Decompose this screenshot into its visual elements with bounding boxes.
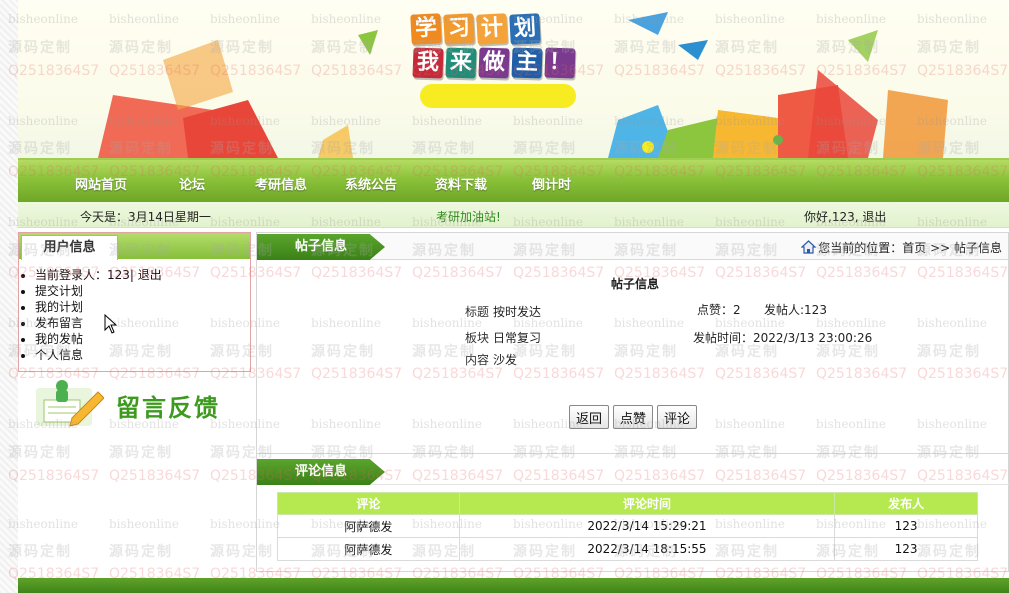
comment-time: 2022/3/14 15:29:21 bbox=[458, 514, 836, 538]
site-slogan: 考研加油站! bbox=[436, 210, 501, 224]
post-title-field: 标题 按时发达 bbox=[465, 303, 541, 320]
post-board-field: 板块 日常复习 bbox=[465, 329, 541, 346]
table-row: 阿萨德发 2022/3/14 15:29:21 123 bbox=[277, 514, 978, 538]
user-menu-post-message[interactable]: 发布留言 bbox=[35, 315, 162, 331]
post-board-label: 板块 bbox=[465, 331, 490, 345]
home-icon bbox=[801, 240, 817, 254]
comment-time: 2022/3/14 18:15:55 bbox=[458, 537, 836, 561]
like-button[interactable]: 点赞 bbox=[613, 405, 654, 429]
back-button[interactable]: 返回 bbox=[569, 405, 610, 429]
comment-panel-tab: 评论信息 bbox=[257, 459, 385, 485]
watermark-text: Q2518364S7 bbox=[109, 468, 201, 484]
comment-text: 阿萨德发 bbox=[277, 537, 460, 561]
current-date: 今天是：3月14日星期一 bbox=[80, 210, 211, 224]
post-detail-title: 帖子信息 bbox=[611, 277, 660, 291]
banner-title-line2-char: 做 bbox=[478, 47, 510, 79]
feedback-link[interactable]: 留言反馈 bbox=[32, 378, 242, 430]
footer-strip bbox=[18, 578, 1009, 593]
column-poster: 发布人 bbox=[834, 492, 978, 515]
comment-poster: 123 bbox=[834, 514, 978, 538]
comment-panel: 评论信息 评论 评论时间 发布人 阿萨德发 2022/3/14 15:29:21… bbox=[256, 454, 1009, 572]
nav-countdown[interactable]: 倒计时 bbox=[532, 174, 571, 193]
user-menu-profile[interactable]: 个人信息 bbox=[35, 347, 162, 363]
comment-button[interactable]: 评论 bbox=[657, 405, 698, 429]
banner-title-line1: 学习计划 bbox=[410, 13, 621, 45]
watermark-text: Q2518364S7 bbox=[8, 468, 100, 484]
nav-home[interactable]: 网站首页 bbox=[75, 174, 127, 193]
comment-table-header: 评论 评论时间 发布人 bbox=[277, 492, 978, 515]
post-content-field: 内容 沙发 bbox=[465, 351, 517, 368]
banner-title-line2-char: 我 bbox=[412, 47, 444, 79]
comment-text: 阿萨德发 bbox=[277, 514, 460, 538]
nav-announcements[interactable]: 系统公告 bbox=[345, 174, 397, 193]
main-nav: 网站首页 论坛 考研信息 系统公告 资料下载 倒计时 bbox=[18, 158, 1009, 202]
comment-table: 评论 评论时间 发布人 阿萨德发 2022/3/14 15:29:21 123 … bbox=[277, 492, 978, 561]
post-actions: 返回 点赞 评论 bbox=[569, 405, 698, 429]
post-board-value: 日常复习 bbox=[493, 331, 542, 345]
user-menu: 当前登录人：123| 退出 提交计划 我的计划 发布留言 我的发帖 个人信息 bbox=[35, 267, 162, 363]
banner-title-line2-char: 主 bbox=[511, 47, 543, 79]
post-time: 发帖时间：2022/3/13 23:00:26 bbox=[693, 331, 873, 345]
nav-downloads[interactable]: 资料下载 bbox=[435, 174, 487, 193]
feedback-label: 留言反馈 bbox=[116, 394, 220, 422]
breadcrumb-text[interactable]: 您当前的位置：首页 >> 帖子信息 bbox=[818, 241, 1002, 255]
mouse-cursor-icon bbox=[104, 314, 118, 334]
user-menu-my-posts[interactable]: 我的发帖 bbox=[35, 331, 162, 347]
post-detail-panel: 帖子信息 您当前的位置：首页 >> 帖子信息 帖子信息 标题 按时发达 点赞：2 … bbox=[256, 232, 1009, 454]
breadcrumb: 您当前的位置：首页 >> 帖子信息 bbox=[801, 239, 1002, 256]
watermark-text: bisheonline bbox=[8, 517, 78, 531]
nav-exam-info[interactable]: 考研信息 bbox=[255, 174, 307, 193]
banner-title-line2: 我来做主！ bbox=[412, 47, 621, 79]
banner-yellow-bar bbox=[420, 84, 576, 108]
post-panel-header: 帖子信息 您当前的位置：首页 >> 帖子信息 bbox=[257, 233, 1008, 260]
user-menu-my-plans[interactable]: 我的计划 bbox=[35, 299, 162, 315]
user-greeting[interactable]: 你好,123, 退出 bbox=[804, 208, 886, 225]
watermark-text: 源码定制 bbox=[109, 544, 173, 560]
user-menu-submit-plan[interactable]: 提交计划 bbox=[35, 283, 162, 299]
nav-forum[interactable]: 论坛 bbox=[179, 174, 205, 193]
banner-title-line1-char: 学 bbox=[410, 13, 442, 45]
post-title-value: 按时发达 bbox=[493, 305, 542, 319]
column-comment: 评论 bbox=[277, 492, 460, 515]
watermark-text: bisheonline bbox=[109, 517, 179, 531]
banner-title-line1-char: 习 bbox=[443, 13, 475, 45]
banner-title-line1-char: 计 bbox=[476, 13, 508, 45]
user-panel-title: 用户信息 bbox=[21, 235, 118, 260]
user-info-panel: 用户信息 当前登录人：123| 退出 提交计划 我的计划 发布留言 我的发帖 个… bbox=[18, 232, 251, 372]
banner: 学习计划 我来做主！ bbox=[18, 0, 1009, 158]
page-edge-pattern bbox=[0, 0, 18, 593]
banner-title: 学习计划 我来做主！ bbox=[410, 13, 621, 82]
post-title-label: 标题 bbox=[465, 305, 490, 319]
watermark-text: 源码定制 bbox=[109, 445, 173, 461]
post-likes: 点赞：2 bbox=[697, 303, 741, 317]
feedback-pencil-icon bbox=[36, 380, 104, 427]
post-author: 发帖人:123 bbox=[764, 303, 827, 317]
post-content-label: 内容 bbox=[465, 353, 490, 367]
banner-title-line2-char: ！ bbox=[544, 47, 576, 79]
banner-title-line2-char: 来 bbox=[445, 47, 477, 79]
info-bar: 今天是：3月14日星期一 考研加油站! 你好,123, 退出 bbox=[18, 202, 1009, 228]
banner-title-line1-char: 划 bbox=[509, 13, 541, 45]
post-panel-tab: 帖子信息 bbox=[257, 234, 385, 260]
user-menu-current-user[interactable]: 当前登录人：123| 退出 bbox=[35, 267, 162, 283]
table-row: 阿萨德发 2022/3/14 18:15:55 123 bbox=[277, 537, 978, 561]
comment-poster: 123 bbox=[834, 537, 978, 561]
post-content-value: 沙发 bbox=[493, 353, 518, 367]
comment-panel-header: 评论信息 bbox=[257, 458, 1009, 485]
column-comment-time: 评论时间 bbox=[458, 492, 836, 515]
